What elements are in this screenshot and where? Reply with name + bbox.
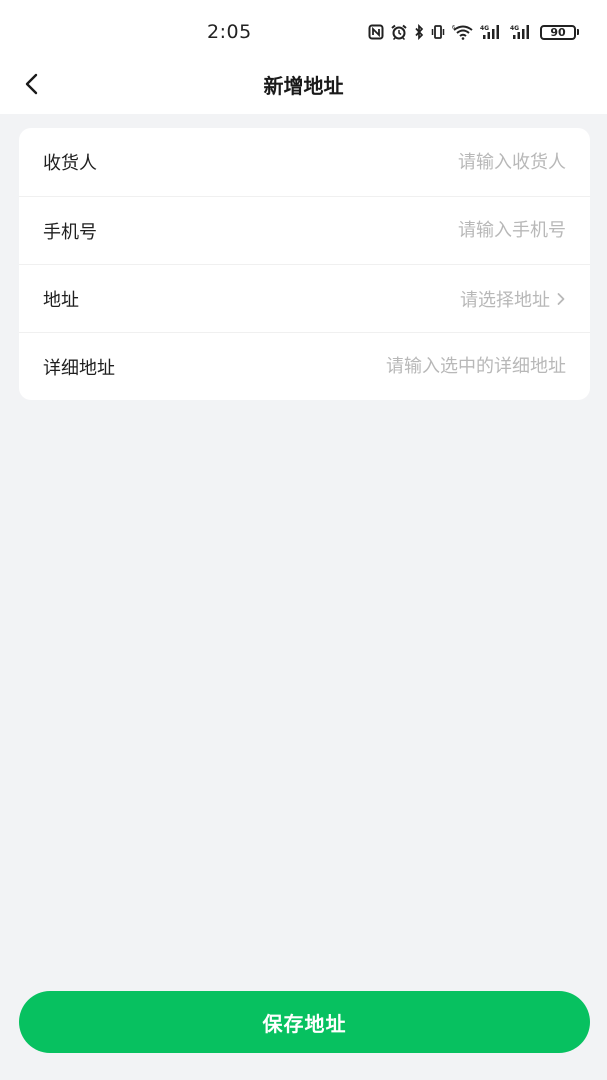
svg-text:4G: 4G — [480, 25, 489, 32]
svg-text:6: 6 — [452, 25, 455, 31]
status-time: 2:05 — [207, 21, 252, 43]
header-area: 2:05 6 4G 4G 90 新增地址 — [0, 0, 607, 114]
nfc-icon — [368, 24, 384, 40]
phone-row: 手机号 — [19, 196, 590, 264]
detail-address-row: 详细地址 — [19, 332, 590, 400]
save-address-button[interactable]: 保存地址 — [19, 991, 590, 1053]
status-bar: 2:05 6 4G 4G 90 — [0, 0, 607, 62]
status-icons: 6 4G 4G 90 — [368, 22, 579, 42]
address-select[interactable]: 请选择地址 — [79, 286, 550, 312]
battery-tip — [577, 29, 579, 35]
consignee-input[interactable] — [97, 142, 566, 182]
chevron-right-icon — [556, 292, 566, 306]
phone-input[interactable] — [97, 210, 566, 251]
nav-bar: 新增地址 — [0, 62, 607, 106]
detail-address-label: 详细地址 — [43, 357, 115, 379]
consignee-row: 收货人 — [19, 128, 590, 196]
battery-level: 90 — [540, 24, 576, 40]
battery-icon: 90 — [540, 24, 579, 40]
page-title: 新增地址 — [263, 74, 344, 98]
address-select-row[interactable]: 地址 请选择地址 — [19, 264, 590, 332]
detail-address-input[interactable] — [115, 346, 566, 387]
alarm-icon — [390, 24, 408, 40]
signal-4g-icon: 4G — [510, 24, 534, 40]
address-form: 收货人 手机号 地址 请选择地址 详细地址 — [19, 128, 590, 400]
signal-4g-icon: 4G — [480, 24, 504, 40]
address-label: 地址 — [43, 289, 79, 311]
vibrate-icon — [430, 24, 446, 40]
wifi-icon: 6 — [452, 24, 474, 40]
bluetooth-icon — [414, 24, 424, 40]
phone-label: 手机号 — [43, 221, 97, 243]
consignee-label: 收货人 — [43, 153, 97, 174]
svg-text:4G: 4G — [510, 25, 519, 32]
